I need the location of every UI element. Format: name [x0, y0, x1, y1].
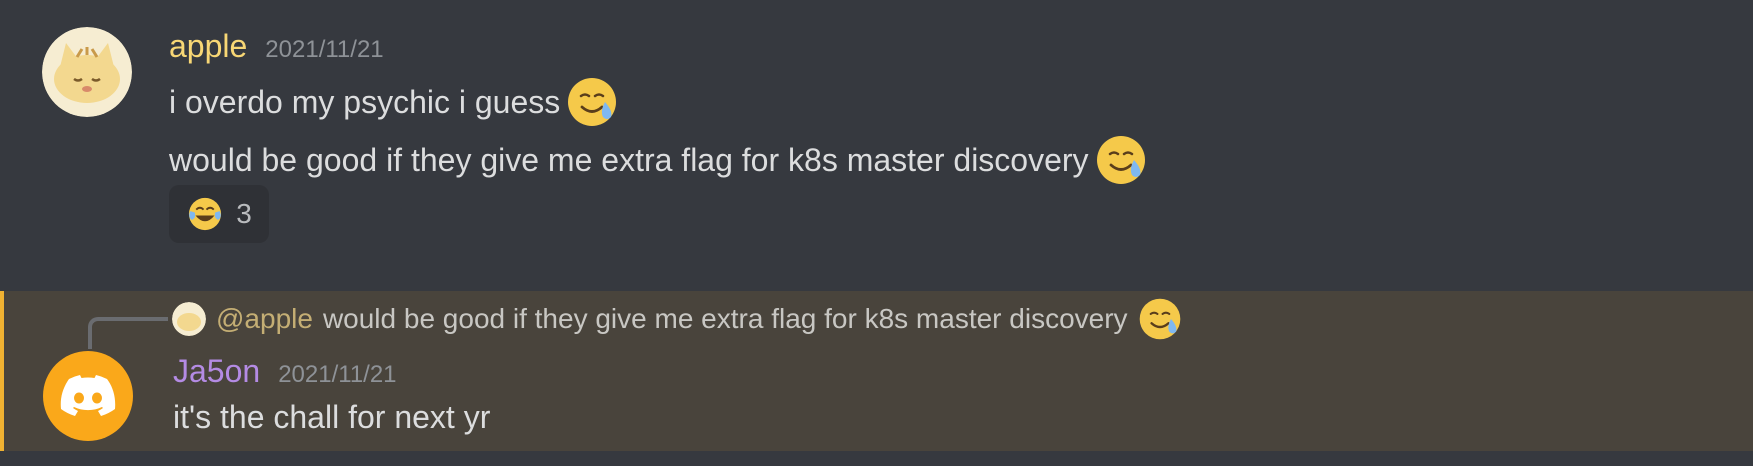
message-apple[interactable]: apple 2021/11/21 i overdo my psychic i g…: [0, 0, 1753, 280]
reaction-count: 3: [236, 198, 252, 229]
message-text: it's the chall for next yr: [173, 399, 491, 435]
avatar[interactable]: [43, 351, 133, 441]
message-line: i overdo my psychic i guess: [169, 76, 618, 128]
message-text: would be good if they give me extra flag…: [169, 141, 1089, 178]
reply-connector: [88, 317, 168, 349]
crying-smile-icon[interactable]: [1095, 134, 1147, 186]
timestamp: 2021/11/21: [265, 36, 384, 63]
timestamp: 2021/11/21: [278, 361, 397, 388]
reply-preview[interactable]: @apple would be good if they give me ext…: [172, 297, 1182, 341]
message-line: it's the chall for next yr: [173, 399, 490, 436]
cat-avatar-icon: [42, 27, 132, 117]
reply-text[interactable]: would be good if they give me extra flag…: [323, 303, 1128, 335]
tears-of-joy-icon: [189, 197, 222, 231]
reply-avatar[interactable]: [172, 302, 206, 336]
reaction-button[interactable]: 3: [169, 185, 269, 243]
chat-background: [0, 451, 1753, 466]
crying-smile-icon: [1138, 297, 1182, 341]
username[interactable]: apple: [169, 28, 247, 65]
username[interactable]: Ja5on: [173, 353, 260, 390]
crying-smile-icon[interactable]: [566, 76, 618, 128]
reply-mention[interactable]: @apple: [216, 303, 313, 335]
avatar[interactable]: [42, 27, 132, 117]
message-line: would be good if they give me extra flag…: [169, 134, 1147, 186]
cat-avatar-icon: [172, 302, 206, 336]
message-jason[interactable]: @apple would be good if they give me ext…: [0, 291, 1753, 451]
message-text: i overdo my psychic i guess: [169, 83, 561, 120]
discord-logo-icon: [60, 375, 116, 416]
